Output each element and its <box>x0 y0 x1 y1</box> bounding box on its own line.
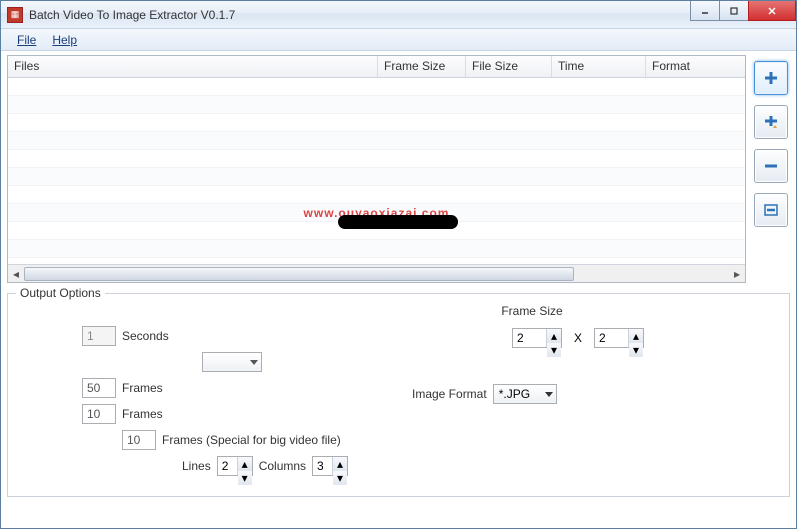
col-filesize[interactable]: File Size <box>466 56 552 77</box>
table-header: Files Frame Size File Size Time Format <box>8 56 745 78</box>
col-framesize[interactable]: Frame Size <box>378 56 466 77</box>
lines-label: Lines <box>182 459 211 473</box>
add-file-button[interactable] <box>754 61 788 95</box>
table-row <box>8 132 745 150</box>
frames2-input[interactable]: 10 <box>82 404 116 424</box>
table-row <box>8 114 745 132</box>
remove-button[interactable] <box>754 149 788 183</box>
chevron-up-icon[interactable]: ▴ <box>629 329 643 343</box>
watermark-text: www.ouyaoxiazai.com <box>304 201 450 222</box>
image-format-label: Image Format <box>412 387 487 401</box>
interval-combo[interactable] <box>202 352 262 372</box>
window-title: Batch Video To Image Extractor V0.1.7 <box>29 8 691 22</box>
scroll-right-icon[interactable]: ▸ <box>729 266 745 282</box>
frames2-label: Frames <box>122 407 163 421</box>
image-format-combo[interactable]: *.JPG <box>493 384 557 404</box>
chevron-down-icon <box>250 358 258 366</box>
seconds-input[interactable]: 1 <box>82 326 116 346</box>
side-buttons <box>746 55 790 283</box>
chevron-up-icon[interactable]: ▴ <box>238 457 252 471</box>
titlebar[interactable]: ▦ Batch Video To Image Extractor V0.1.7 <box>1 1 796 29</box>
table-row <box>8 78 745 96</box>
columns-spinner[interactable]: 3 ▴▾ <box>312 456 348 476</box>
menu-file[interactable]: File <box>9 31 44 49</box>
frames-special-label: Frames (Special for big video file) <box>162 433 341 447</box>
minus-icon <box>762 157 780 175</box>
frame-size-title: Frame Size <box>412 304 652 318</box>
plus-icon <box>762 69 780 87</box>
minimize-button[interactable] <box>690 1 720 21</box>
seconds-label: Seconds <box>122 329 169 343</box>
chevron-up-icon[interactable]: ▴ <box>333 457 347 471</box>
add-folder-button[interactable] <box>754 105 788 139</box>
output-legend: Output Options <box>16 286 105 300</box>
col-files[interactable]: Files <box>8 56 378 77</box>
chevron-down-icon[interactable]: ▾ <box>333 471 347 485</box>
table-row <box>8 96 745 114</box>
app-icon: ▦ <box>7 7 23 23</box>
frames-special-input[interactable]: 10 <box>122 430 156 450</box>
table-row <box>8 240 745 258</box>
scroll-left-icon[interactable]: ◂ <box>8 266 24 282</box>
scroll-thumb[interactable] <box>24 267 574 281</box>
frame-width-spinner[interactable]: 2 ▴▾ <box>512 328 562 348</box>
col-format[interactable]: Format <box>646 56 745 77</box>
chevron-up-icon[interactable]: ▴ <box>547 329 561 343</box>
chevron-down-icon[interactable]: ▾ <box>629 343 643 357</box>
table-body[interactable]: www.ouyaoxiazai.com <box>8 78 745 264</box>
maximize-button[interactable] <box>719 1 749 21</box>
lines-spinner[interactable]: 2 ▴▾ <box>217 456 253 476</box>
chevron-down-icon[interactable]: ▾ <box>238 471 252 485</box>
window-controls <box>691 1 796 28</box>
x-separator: X <box>574 331 582 345</box>
col-time[interactable]: Time <box>552 56 646 77</box>
table-row <box>8 168 745 186</box>
columns-label: Columns <box>259 459 306 473</box>
chevron-down-icon[interactable]: ▾ <box>547 343 561 357</box>
frames1-input[interactable]: 50 <box>82 378 116 398</box>
minus-all-icon <box>762 201 780 219</box>
frames1-label: Frames <box>122 381 163 395</box>
close-button[interactable] <box>748 1 796 21</box>
redaction-mark <box>338 215 458 229</box>
app-window: ▦ Batch Video To Image Extractor V0.1.7 … <box>0 0 797 529</box>
scroll-track[interactable] <box>24 267 729 281</box>
content-area: Files Frame Size File Size Time Format <box>1 51 796 528</box>
menubar: File Help <box>1 29 796 51</box>
table-row <box>8 150 745 168</box>
menu-help[interactable]: Help <box>44 31 85 49</box>
plus-star-icon <box>762 113 780 131</box>
frame-height-spinner[interactable]: 2 ▴▾ <box>594 328 644 348</box>
chevron-down-icon <box>545 390 553 398</box>
remove-all-button[interactable] <box>754 193 788 227</box>
horizontal-scrollbar[interactable]: ◂ ▸ <box>8 264 745 282</box>
output-options-group: Output Options 1 Seconds 50 Frames <box>7 293 790 497</box>
file-table[interactable]: Files Frame Size File Size Time Format <box>7 55 746 283</box>
